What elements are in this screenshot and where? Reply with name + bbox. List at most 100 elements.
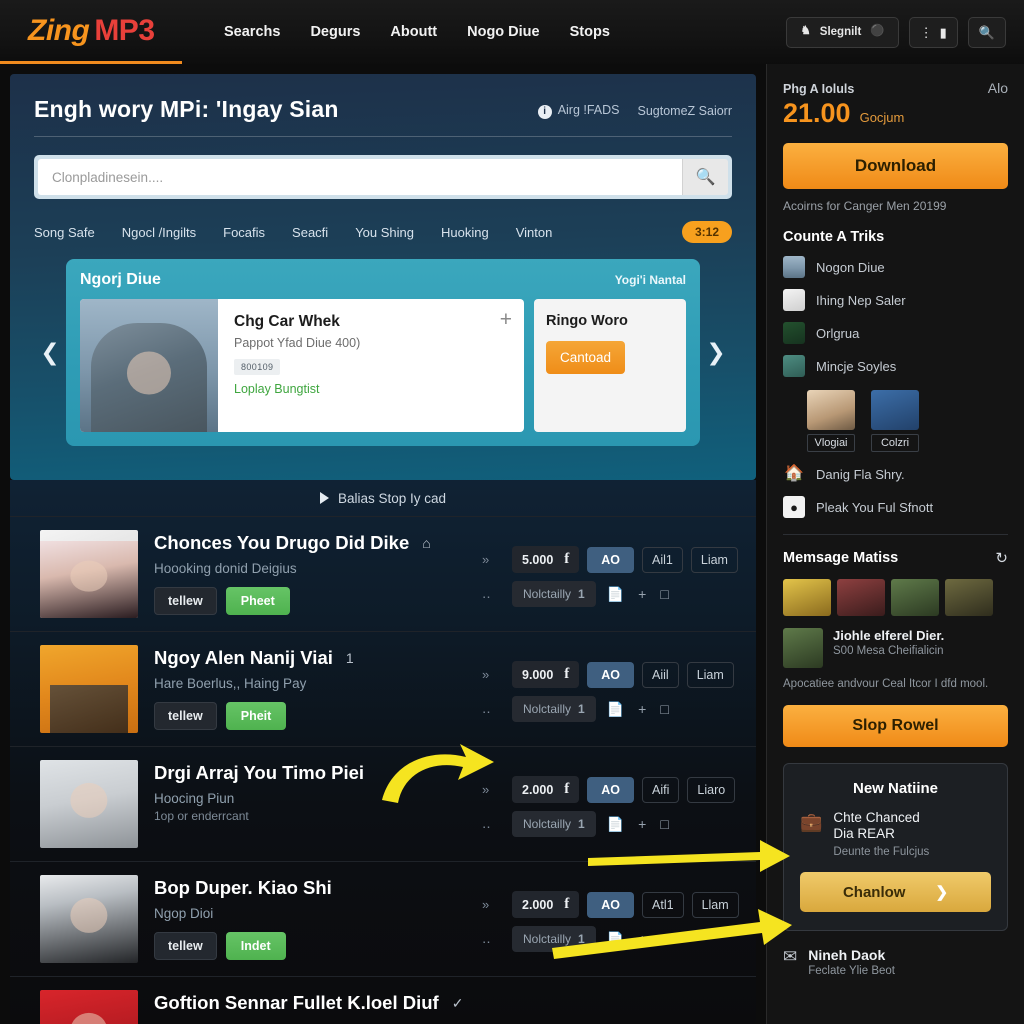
tab-you-shing[interactable]: You Shing [355,225,414,240]
row-notify-button[interactable]: Nolctailly 1 [512,696,596,722]
message-thumb[interactable] [891,579,939,616]
chanlow-button[interactable]: Chanlow ❯ [800,872,991,913]
plus-icon[interactable]: + [635,931,649,947]
dots-icon[interactable]: ‥ [482,586,504,602]
forward-icon[interactable]: » [482,897,504,912]
dots-icon[interactable]: ‥ [482,701,504,717]
row-share-count[interactable]: 2.000 f [512,776,580,803]
tab-seacfi[interactable]: Seacfi [292,225,328,240]
forward-icon[interactable]: » [482,782,504,797]
device-icon[interactable]: □ [657,931,671,947]
copy-icon[interactable]: 📄 [604,931,627,948]
tab-song-safe[interactable]: Song Safe [34,225,95,240]
nav-link-degurs[interactable]: Degurs [310,24,360,40]
nav-link-searchs[interactable]: Searchs [224,24,280,40]
row-play-button[interactable]: Indet [225,932,286,960]
message-thumb[interactable] [837,579,885,616]
signin-button[interactable]: ♞ Slegnilt ⚫ [786,16,899,48]
row-follow-button[interactable]: tellew [154,932,217,960]
row-follow-button[interactable]: tellew [154,587,217,615]
row-ghost-button-1[interactable]: Aiil [642,661,679,688]
table-row[interactable]: Goftion Sennar Fullet K.loel Diuf ✓ [10,976,756,1024]
search-submit-button[interactable]: 🔍 [682,159,728,195]
hero-link-support[interactable]: SugtomeZ Saiorr [638,104,732,118]
table-row[interactable]: Drgi Arraj You Timo Piei Hoocing Piun 1o… [10,746,756,861]
row-play-button[interactable]: Pheet [225,587,290,615]
forward-icon[interactable]: » [482,667,504,682]
track-item-mincje-soyles[interactable]: Mincje Soyles [783,355,1008,377]
thumb-card-vlogiai[interactable]: Vlogiai [807,390,855,452]
sidebar-item-danig-fla-shry[interactable]: 🏠 Danig Fla Shry. [783,463,1008,485]
dots-icon[interactable]: ‥ [482,931,504,947]
refresh-icon[interactable]: ↻ [995,549,1008,567]
row-follow-button[interactable]: tellew [154,702,217,730]
row-ghost-button-1[interactable]: Ail1 [642,546,683,573]
row-ghost-button-2[interactable]: Liaro [687,776,736,803]
sidebar-item-pleak-you-ful-sfnott[interactable]: ● Pleak You Ful Sfnott [783,496,1008,518]
message-item[interactable]: Jiohle elferel Dier. S00 Mesa Cheifialic… [783,628,1008,668]
row-notify-button[interactable]: Nolctailly 1 [512,811,596,837]
row-ao-button[interactable]: AO [587,546,635,573]
dots-icon[interactable]: ‥ [482,816,504,832]
search-input[interactable] [38,159,682,195]
table-row[interactable]: Bop Duper. Kiao Shi Ngop Dioi tellew Ind… [10,861,756,976]
row-ghost-button-1[interactable]: Atl1 [642,891,684,918]
stop-rowel-button[interactable]: Slop Rowel [783,704,1008,747]
tab-ngocl-ingilts[interactable]: Ngocl /Ingilts [122,225,196,240]
row-share-count[interactable]: 5.000 f [512,546,580,573]
row-ghost-button-2[interactable]: Liam [686,661,734,688]
track-item-orlgrua[interactable]: Orlgrua [783,322,1008,344]
plus-icon[interactable]: + [500,309,512,330]
copy-icon[interactable]: 📄 [604,701,627,718]
carousel-prev-button[interactable]: ❮ [34,259,66,446]
featured-card[interactable]: + Chg Car Whek Pappot Yfad Diue 400) 800… [80,299,524,432]
device-icon[interactable]: □ [657,586,671,602]
nav-link-aboutt[interactable]: Aboutt [390,24,437,40]
carousel-action-link[interactable]: Yogi'i Nantal [615,273,686,287]
row-play-button[interactable]: Pheit [225,702,287,730]
header-search-button[interactable]: 🔍 [967,16,1006,48]
table-row[interactable]: Ngoy Alen Nanij Viai 1 Hare Boerlus,, Ha… [10,631,756,746]
row-share-count[interactable]: 9.000 f [512,661,580,688]
featured-card-green-link[interactable]: Loplay Bungtist [234,382,508,396]
message-thumb[interactable] [783,579,831,616]
row-ao-button[interactable]: AO [587,776,635,803]
brand-logo[interactable]: Zing MP3 [0,0,182,64]
plus-icon[interactable]: + [635,816,649,832]
copy-icon[interactable]: 📄 [604,816,627,833]
copy-icon[interactable]: 📄 [604,586,627,603]
track-item-nogon-diue[interactable]: Nogon Diue [783,256,1008,278]
track-label: Ihing Nep Saler [816,292,906,308]
carousel-next-button[interactable]: ❯ [700,259,732,446]
thumb-card-colzri[interactable]: Colzri [871,390,919,452]
forward-icon[interactable]: » [482,552,504,567]
plus-icon[interactable]: + [635,701,649,717]
menu-card-button[interactable]: ⋮ ▮ [908,16,958,48]
row-ghost-button-2[interactable]: Llam [691,891,739,918]
row-notify-button[interactable]: Nolctailly 1 [512,581,596,607]
tab-huoking[interactable]: Huoking [441,225,489,240]
device-icon[interactable]: □ [657,816,671,832]
sidebar-item-nineh-daok[interactable]: ✉ Nineh Daok Feclate Ylie Beot [783,947,1008,977]
table-row[interactable]: Chonces You Drugo Did Dike ⌂ Hoooking do… [10,516,756,631]
tab-focafis[interactable]: Focafis [223,225,265,240]
promo-content: 💼 Chte Chanced Dia REAR Deunte the Fulcj… [800,810,991,859]
carousel-side-button[interactable]: Cantoad [546,341,626,374]
track-item-ihing-nep-saler[interactable]: Ihing Nep Saler [783,289,1008,311]
message-thumb[interactable] [945,579,993,616]
download-button[interactable]: Download [783,143,1008,189]
plus-icon[interactable]: + [635,586,649,602]
featured-card-thumbnail [80,299,218,432]
nav-link-nogo-diue[interactable]: Nogo Diue [467,24,540,40]
tab-vinton[interactable]: Vinton [516,225,553,240]
hero-link-faq[interactable]: i Airg !FADS [537,103,620,119]
song-list-header[interactable]: Balias Stop Iy cad [10,480,756,516]
row-ghost-button-2[interactable]: Liam [690,546,738,573]
row-share-count[interactable]: 2.000 f [512,891,580,918]
row-ghost-button-1[interactable]: Aifi [642,776,680,803]
row-ao-button[interactable]: AO [587,891,635,918]
device-icon[interactable]: □ [657,701,671,717]
row-notify-button[interactable]: Nolctailly 1 [512,926,596,952]
row-ao-button[interactable]: AO [587,661,635,688]
nav-link-stops[interactable]: Stops [570,24,610,40]
